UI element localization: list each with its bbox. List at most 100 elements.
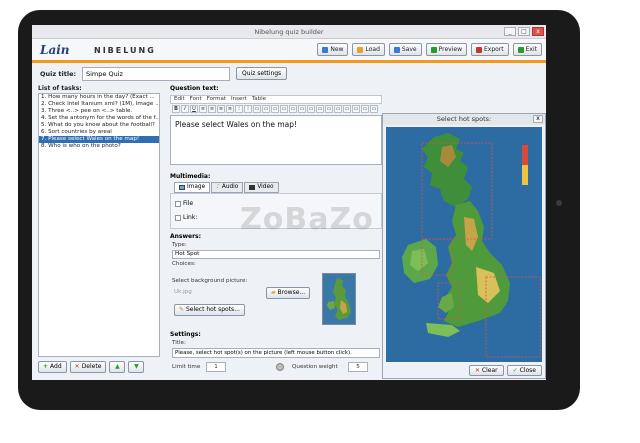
bullets-button[interactable]: ⁝: [235, 105, 243, 113]
plus-icon: +: [43, 363, 49, 370]
file-checkbox[interactable]: [175, 200, 181, 207]
audio-icon: ♪: [216, 184, 220, 190]
tab-image[interactable]: Image: [174, 182, 211, 193]
tab-video[interactable]: Video: [244, 182, 279, 193]
file-option[interactable]: File: [175, 200, 193, 207]
format-toolbar: B I U ≡ ≡ ≡ ≡ ⁝ ⁝ ▭ ▭ ▭ ▭ ▭ ▭ ▭ ▭ ▭ ▭ ▭ …: [170, 105, 382, 114]
hotspot-map[interactable]: [386, 127, 542, 362]
quiz-title-row: Quiz title: Simpe Quiz Quiz settings: [38, 67, 538, 81]
format-tool-button[interactable]: ▭: [271, 105, 279, 113]
question-weight-label: Question weight: [292, 364, 338, 370]
task-item[interactable]: 2. Check Intel Itanium xml? (1M), Image …: [39, 101, 159, 108]
maximize-button[interactable]: □: [518, 27, 530, 36]
task-item-selected[interactable]: 7. Please select Wales on the map!: [39, 136, 159, 143]
format-tool-button[interactable]: ▭: [361, 105, 369, 113]
close-window-button[interactable]: x: [532, 27, 544, 36]
task-panel: List of tasks: 1. How many hours in the …: [38, 85, 160, 375]
window-title: Nibelung quiz builder: [254, 28, 324, 36]
quiz-settings-button[interactable]: Quiz settings: [236, 67, 288, 80]
delete-task-button[interactable]: ✕ Delete: [69, 361, 107, 373]
format-tool-button[interactable]: ▭: [307, 105, 315, 113]
browse-button[interactable]: ▰ Browse...: [266, 287, 311, 299]
arrow-down-icon: ▼: [134, 363, 139, 370]
task-item[interactable]: 1. How many hours in the day? (Exact ...: [39, 94, 159, 101]
answer-type-select[interactable]: Hot Spot: [172, 250, 380, 259]
format-tool-button[interactable]: ▭: [325, 105, 333, 113]
bold-button[interactable]: B: [172, 105, 180, 113]
arrow-up-icon: ▲: [115, 363, 120, 370]
preview-button[interactable]: Preview: [425, 43, 467, 56]
format-tool-button[interactable]: ▭: [298, 105, 306, 113]
select-hotspots-button[interactable]: ✎ Select hot spots...: [174, 304, 245, 316]
new-icon: [322, 46, 329, 53]
menu-insert[interactable]: Insert: [231, 96, 247, 103]
align-left-button[interactable]: ≡: [199, 105, 207, 113]
format-tool-button[interactable]: ▭: [334, 105, 342, 113]
settings-title-input[interactable]: Please, select hot spot(s) on the pictur…: [172, 348, 380, 358]
question-weight-spinner[interactable]: 5: [348, 362, 368, 372]
type-label: Type:: [172, 242, 187, 248]
hotspot-dialog-title: Select hot spots:: [383, 114, 545, 125]
link-option[interactable]: Link:: [175, 214, 197, 221]
move-up-button[interactable]: ▲: [109, 361, 126, 373]
check-icon: ✓: [512, 367, 518, 374]
task-item[interactable]: 8. Who is who on the photo?: [39, 143, 159, 150]
exit-icon: [517, 46, 524, 53]
menu-font[interactable]: Font: [190, 96, 202, 103]
menu-table[interactable]: Table: [252, 96, 266, 103]
format-tool-button[interactable]: ▭: [352, 105, 360, 113]
background-thumbnail: [322, 273, 356, 325]
align-center-button[interactable]: ≡: [208, 105, 216, 113]
move-down-button[interactable]: ▼: [128, 361, 145, 373]
task-list[interactable]: 1. How many hours in the day? (Exact ...…: [38, 93, 160, 357]
underline-button[interactable]: U: [190, 105, 198, 113]
task-item[interactable]: 4. Set the antonym for the words of the …: [39, 115, 159, 122]
delete-icon: ✕: [74, 363, 80, 370]
question-text-editor[interactable]: Please select Wales on the map!: [170, 115, 382, 165]
nibelung-logo: NIBELUNG: [94, 46, 156, 55]
exit-button[interactable]: Exit: [512, 43, 542, 56]
format-tool-button[interactable]: ▭: [289, 105, 297, 113]
task-buttons: + Add ✕ Delete ▲ ▼: [38, 361, 160, 374]
settings-label: Settings:: [170, 331, 201, 338]
align-right-button[interactable]: ≡: [217, 105, 225, 113]
add-task-button[interactable]: + Add: [38, 361, 67, 373]
menu-edit[interactable]: Edit: [174, 96, 185, 103]
multimedia-tabs: Image ♪ Audio Video: [174, 182, 279, 193]
load-button[interactable]: Load: [352, 43, 385, 56]
folder-icon: [357, 46, 364, 53]
app-header: Lain NIBELUNG New Load Save Preview Expo…: [32, 39, 546, 63]
format-tool-button[interactable]: ▭: [280, 105, 288, 113]
clear-button[interactable]: ✕ Clear: [468, 365, 504, 376]
export-button[interactable]: Export: [470, 43, 509, 56]
task-item[interactable]: 3. Three <..> pee on <..> table.: [39, 108, 159, 115]
tab-audio[interactable]: ♪ Audio: [211, 182, 244, 193]
link-checkbox[interactable]: [175, 214, 181, 221]
format-tool-button[interactable]: ▭: [253, 105, 261, 113]
task-item[interactable]: 5. What do you know about the football?: [39, 122, 159, 129]
close-button[interactable]: ✓ Close: [506, 365, 542, 376]
minimize-button[interactable]: _: [504, 27, 516, 36]
editor-menubar: Edit Font Format Insert Table: [170, 95, 382, 104]
save-button[interactable]: Save: [388, 43, 422, 56]
justify-button[interactable]: ≡: [226, 105, 234, 113]
clear-icon: ✕: [474, 367, 480, 374]
clock-icon: [276, 363, 284, 371]
new-button[interactable]: New: [317, 43, 349, 56]
menu-format[interactable]: Format: [207, 96, 226, 103]
dialog-buttons: ✕ Clear ✓ Close: [468, 365, 542, 376]
close-dialog-button[interactable]: x: [533, 115, 543, 123]
format-tool-button[interactable]: ▭: [262, 105, 270, 113]
format-tool-button[interactable]: ▭: [370, 105, 378, 113]
task-item[interactable]: 6. Sort countries by areal: [39, 129, 159, 136]
video-icon: [249, 185, 256, 190]
window-titlebar: Nibelung quiz builder _ □ x: [32, 25, 546, 39]
image-icon: [179, 185, 185, 190]
limit-row: Limit time 1 Question weight 5: [172, 362, 382, 374]
format-tool-button[interactable]: ▭: [316, 105, 324, 113]
quiz-title-input[interactable]: Simpe Quiz: [82, 67, 230, 81]
time-limit-spinner[interactable]: 1: [206, 362, 226, 372]
format-tool-button[interactable]: ▭: [343, 105, 351, 113]
italic-button[interactable]: I: [181, 105, 189, 113]
numbering-button[interactable]: ⁝: [244, 105, 252, 113]
